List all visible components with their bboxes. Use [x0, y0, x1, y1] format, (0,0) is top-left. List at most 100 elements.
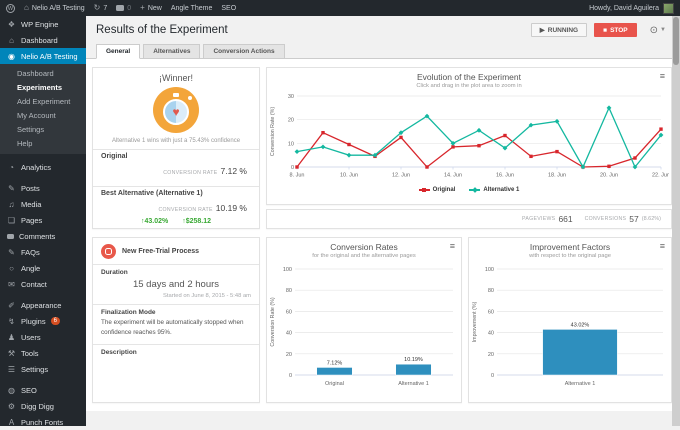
experiment-info-panel: New Free-Trial Process Duration 15 days …	[92, 237, 260, 403]
legend-item-original[interactable]: Original	[419, 187, 456, 193]
seo-link[interactable]: SEO	[221, 5, 236, 12]
svg-text:100: 100	[283, 267, 292, 273]
sidebar-item-contact[interactable]: ✉Contact	[0, 276, 86, 292]
pin-icon: ✎	[7, 248, 16, 257]
conversion-rates-subtitle: for the original and the alternative pag…	[267, 253, 461, 259]
improvement-factors-title: Improvement Factors	[469, 242, 671, 252]
svg-text:Conversion Rate (%): Conversion Rate (%)	[270, 297, 276, 346]
tab-general[interactable]: General	[96, 44, 140, 59]
sidebar-item-dashboard[interactable]: ⌂Dashboard	[0, 32, 86, 48]
stop-icon: ■	[603, 27, 607, 34]
svg-text:Improvement (%): Improvement (%)	[472, 301, 478, 342]
conversion-rates-plot[interactable]: 0204060801007.12%Original10.19%Alternati…	[267, 261, 461, 399]
results-area: ¡Winner! ♥ Alternative 1 wins with just …	[86, 59, 672, 411]
new-content-link[interactable]: +New	[140, 4, 162, 12]
svg-text:12. Jun: 12. Jun	[392, 173, 410, 179]
sidebar-item-pages[interactable]: ❏Pages	[0, 212, 86, 228]
sidebar-item-settings[interactable]: ☰Settings	[0, 361, 86, 377]
target-icon: ⊙	[650, 25, 658, 36]
tab-alternatives[interactable]: Alternatives	[143, 44, 200, 59]
updates-link[interactable]: ↻7	[94, 4, 108, 12]
sidebar-item-plugins[interactable]: ↯Plugins6	[0, 313, 86, 329]
winner-title: ¡Winner!	[93, 73, 259, 83]
alternative-series-marker	[469, 189, 480, 191]
submenu-add-experiment[interactable]: Add Experiment	[0, 94, 86, 108]
experiment-name: New Free-Trial Process	[122, 248, 199, 255]
scrollbar-thumb[interactable]	[673, 17, 679, 65]
submenu-dashboard[interactable]: Dashboard	[0, 66, 86, 80]
original-label: Original	[101, 153, 251, 160]
winner-caption: Alternative 1 wins with just a 75.43% co…	[93, 138, 259, 144]
improvement-factors-plot[interactable]: 02040608010043.02%Alternative 1Improveme…	[469, 261, 671, 399]
started-date: Started on June 8, 2015 - 5:48 am	[93, 290, 259, 304]
submenu-help[interactable]: Help	[0, 136, 86, 150]
site-name-link[interactable]: ⌂Nelio A/B Testing	[24, 4, 85, 12]
svg-text:18. Jun: 18. Jun	[548, 173, 566, 179]
running-status-button[interactable]: ▶RUNNING	[531, 23, 587, 37]
svg-text:Alternative 1: Alternative 1	[565, 381, 596, 387]
page-scrollbar[interactable]	[672, 16, 680, 426]
conversion-rates-panel: ≡ Conversion Rates for the original and …	[266, 237, 462, 403]
chart-context-menu-icon[interactable]: ≡	[660, 72, 665, 81]
sidebar-item-comments[interactable]: Comments	[0, 228, 86, 244]
submenu-settings[interactable]: Settings	[0, 122, 86, 136]
evolution-chart-plot[interactable]: 01020308. Jun10. Jun12. Jun14. Jun16. Ju…	[267, 91, 671, 189]
wrench-icon: ⚒	[7, 349, 16, 358]
admin-sidebar: ❖WP Engine ⌂Dashboard ◉ Nelio A/B Testin…	[0, 16, 86, 426]
comments-icon	[116, 5, 124, 11]
sidebar-item-seo[interactable]: ◍SEO	[0, 382, 86, 398]
svg-text:43.02%: 43.02%	[571, 322, 590, 328]
svg-text:20: 20	[488, 352, 494, 358]
home-icon: ⌂	[24, 4, 29, 12]
svg-text:16. Jun: 16. Jun	[496, 173, 514, 179]
plugin-icon: ↯	[7, 317, 16, 326]
howdy-account-link[interactable]: Howdy, David Aguilera	[589, 5, 659, 12]
stop-experiment-button[interactable]: ■STOP	[594, 23, 637, 37]
conversions-percent: (8.62%)	[642, 216, 661, 222]
sidebar-item-angle[interactable]: ○Angle	[0, 260, 86, 276]
svg-text:7.12%: 7.12%	[327, 360, 343, 366]
evolution-legend: Original Alternative 1	[267, 187, 671, 193]
best-alternative-label: Best Alternative (Alternative 1)	[101, 190, 251, 197]
chart-context-menu-icon[interactable]: ≡	[450, 242, 455, 251]
svg-text:10. Jun: 10. Jun	[340, 173, 358, 179]
sidebar-item-digg-digg[interactable]: ⚙Digg Digg	[0, 398, 86, 414]
tab-conversion-actions[interactable]: Conversion Actions	[203, 44, 284, 59]
sidebar-item-appearance[interactable]: ✐Appearance	[0, 297, 86, 313]
sidebar-item-users[interactable]: ♟Users	[0, 329, 86, 345]
comments-link[interactable]: 0	[116, 5, 131, 12]
original-conversion-rate: 7.12 %	[221, 166, 247, 176]
duration-label: Duration	[93, 265, 259, 276]
font-icon: A	[7, 418, 16, 427]
chart-context-menu-icon[interactable]: ≡	[660, 242, 665, 251]
legend-item-alternative-1[interactable]: Alternative 1	[469, 187, 519, 193]
wordpress-menu[interactable]: W	[6, 4, 15, 13]
submenu-experiments[interactable]: Experiments	[0, 80, 86, 94]
description-label: Description	[93, 345, 259, 356]
sidebar-item-posts[interactable]: ✎Posts	[0, 180, 86, 196]
svg-text:60: 60	[488, 309, 494, 315]
tab-bar: General Alternatives Conversion Actions	[86, 44, 680, 59]
experiment-options-button[interactable]: ⊙▼	[650, 25, 666, 36]
submenu-my-account[interactable]: My Account	[0, 108, 86, 122]
user-icon: ♟	[7, 333, 16, 342]
dashboard-icon: ⌂	[7, 36, 16, 45]
svg-text:Original: Original	[325, 381, 344, 387]
sidebar-item-analytics[interactable]: ◔Analytics	[0, 159, 86, 175]
theme-link[interactable]: Angle Theme	[171, 5, 213, 12]
sidebar-item-nelio-ab-testing[interactable]: ◉ Nelio A/B Testing	[0, 48, 86, 64]
sidebar-item-wp-engine[interactable]: ❖WP Engine	[0, 16, 86, 32]
finalization-mode-label: Finalization Mode	[93, 305, 259, 316]
sidebar-item-tools[interactable]: ⚒Tools	[0, 345, 86, 361]
sidebar-item-punch-fonts[interactable]: APunch Fonts	[0, 414, 86, 430]
svg-text:14. Jun: 14. Jun	[444, 173, 462, 179]
sidebar-item-faqs[interactable]: ✎FAQs	[0, 244, 86, 260]
user-avatar[interactable]	[663, 3, 674, 14]
sidebar-item-media[interactable]: ♫Media	[0, 196, 86, 212]
conversion-rate-label: CONVERSION RATE	[159, 207, 213, 213]
current-menu-arrow	[82, 52, 90, 60]
svg-text:80: 80	[286, 288, 292, 294]
duration-value: 15 days and 2 hours	[93, 279, 259, 290]
plus-icon: +	[140, 4, 145, 12]
original-series-marker	[419, 189, 430, 191]
